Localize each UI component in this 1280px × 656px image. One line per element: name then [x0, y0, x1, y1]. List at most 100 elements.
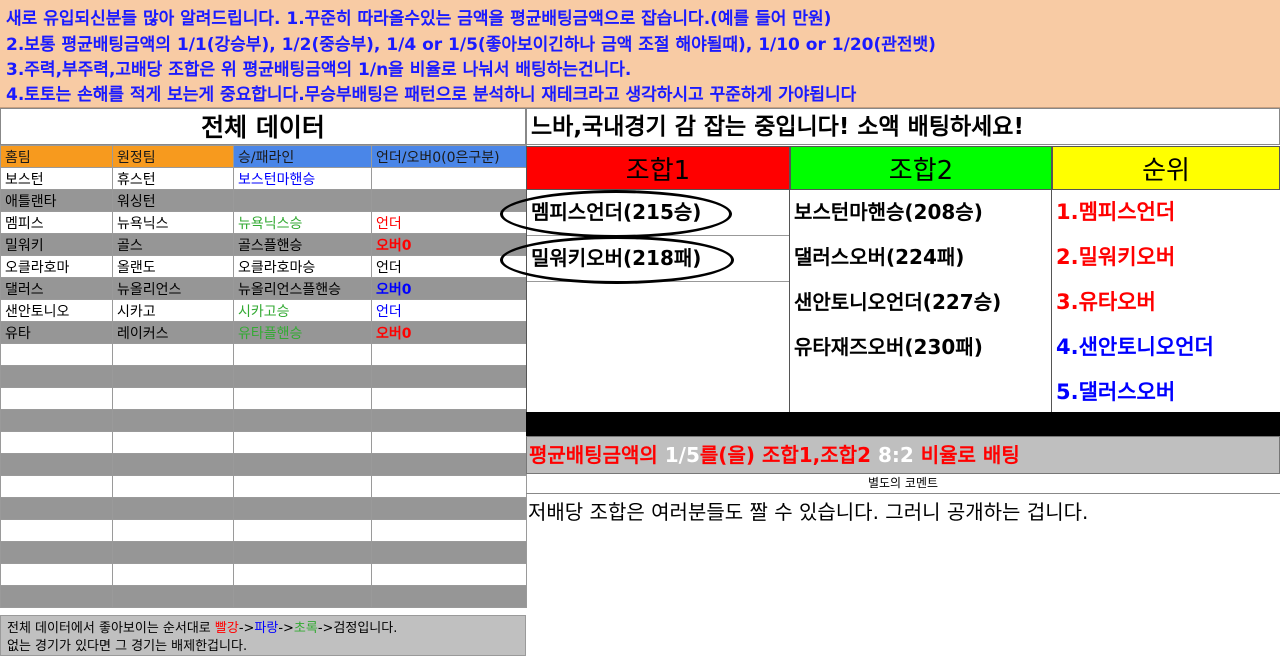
table-header-row: 홈팀 원정팀 승/패라인 언더/오버0(0은구분) — [0, 145, 527, 168]
table-row: 유타 레이커스 유타플핸승 오버0 — [0, 321, 527, 344]
cell-home: 애틀랜타 — [0, 189, 113, 212]
cell-home: 밀워키 — [0, 233, 113, 256]
cell-ou: 언더 — [371, 299, 527, 322]
comment-text: 저배당 조합은 여러분들도 짤 수 있습니다. 그러니 공개하는 겁니다. — [528, 500, 1089, 524]
cell-home: 보스턴 — [0, 167, 113, 190]
empty-row — [0, 497, 527, 520]
empty-row — [0, 475, 527, 498]
header-ou: 언더/오버0(0은구분) — [371, 145, 527, 168]
footer-text: 전체 데이터에서 좋아보이는 순서대로 — [7, 621, 215, 636]
combo1-list: 멤피스언더(215승) 밀워키오버(218패) — [526, 190, 790, 412]
cell-line: 오클라호마승 — [233, 255, 372, 278]
rank-item: 4.샌안토니오언더 — [1056, 335, 1214, 359]
cell-ou: 언더 — [371, 255, 527, 278]
cell-line: 골스플핸승 — [233, 233, 372, 256]
table-row: 밀워키 골스 골스플핸승 오버0 — [0, 233, 527, 256]
combo2-header: 조합2 — [790, 146, 1052, 190]
cell-home: 유타 — [0, 321, 113, 344]
empty-row — [0, 365, 527, 388]
all-data-footer-note: 전체 데이터에서 좋아보이는 순서대로 빨강->파랑->초록->검정입니다. 없… — [0, 615, 526, 656]
rank-header: 순위 — [1052, 146, 1280, 190]
cell-home: 샌안토니오 — [0, 299, 113, 322]
cell-line: 뉴욕닉스승 — [233, 211, 372, 234]
cell-away: 휴스턴 — [112, 167, 234, 190]
empty-row — [0, 585, 527, 608]
table-row: 댈러스 뉴올리언스 뉴올리언스플핸승 오버0 — [0, 277, 527, 300]
footer-line-2: 없는 경기가 있다면 그 경기는 배제한겁니다. — [7, 639, 248, 654]
header-home: 홈팀 — [0, 145, 113, 168]
cell-away: 뉴욕닉스 — [112, 211, 234, 234]
footer-arrow: -> — [278, 621, 294, 636]
table-row: 멤피스 뉴욕닉스 뉴욕닉스승 언더 — [0, 211, 527, 234]
banner-line-2: 2.보통 평균배팅금액의 1/1(강승부), 1/2(중승부), 1/4 or … — [6, 35, 936, 55]
cell-away: 뉴올리언스 — [112, 277, 234, 300]
empty-row — [0, 343, 527, 366]
banner-line-3: 3.주력,부주력,고배당 조합은 위 평균배팅금액의 1/n을 비율로 나눠서 … — [6, 60, 632, 80]
combo1-header: 조합1 — [526, 146, 790, 190]
betting-text: 를(을) 조합1,조합2 — [699, 443, 878, 467]
empty-row — [0, 409, 527, 432]
empty-row — [0, 563, 527, 586]
table-row: 샌안토니오 시카고 시카고승 언더 — [0, 299, 527, 322]
banner-line-4: 4.토토는 손해를 적게 보는게 중요합니다.무승부배팅은 패턴으로 분석하니 … — [6, 85, 857, 105]
betting-text: 평균배팅금액의 — [529, 443, 665, 467]
betting-instruction: 평균배팅금액의 1/5를(을) 조합1,조합2 8:2 비율로 배팅 — [526, 436, 1280, 474]
picks-title: 느바,국내경기 감 잡는 중입니다! 소액 배팅하세요! — [526, 108, 1280, 145]
betting-ratio-1: 1/5 — [664, 443, 700, 467]
footer-green: 초록 — [293, 621, 318, 636]
footer-blue: 파랑 — [254, 621, 279, 636]
rank-item: 1.멤피스언더 — [1056, 200, 1176, 224]
rank-item: 3.유타오버 — [1056, 290, 1156, 314]
header-away: 원정팀 — [112, 145, 234, 168]
cell-home: 멤피스 — [0, 211, 113, 234]
cell-ou: 언더 — [371, 211, 527, 234]
cell-ou — [371, 189, 527, 212]
picks-panel: 느바,국내경기 감 잡는 중입니다! 소액 배팅하세요! 조합1 조합2 순위 … — [500, 108, 1280, 656]
empty-row — [0, 519, 527, 542]
table-row: 보스턴 휴스턴 보스턴마핸승 — [0, 167, 527, 190]
combo1-item: 밀워키오버(218패) — [527, 236, 789, 282]
cell-home: 댈러스 — [0, 277, 113, 300]
empty-row — [0, 453, 527, 476]
combo2-item: 샌안토니오언더(227승) — [794, 290, 1002, 314]
all-data-title: 전체 데이터 — [0, 108, 526, 145]
cell-line: 뉴올리언스플핸승 — [233, 277, 372, 300]
cell-away: 골스 — [112, 233, 234, 256]
combo2-list: 보스턴마핸승(208승) 댈러스오버(224패) 샌안토니오언더(227승) 유… — [790, 190, 1052, 412]
combo2-item: 유타재즈오버(230패) — [794, 335, 983, 359]
cell-away: 올랜도 — [112, 255, 234, 278]
combo2-item: 댈러스오버(224패) — [794, 245, 965, 269]
combo1-item: 멤피스언더(215승) — [527, 190, 789, 236]
cell-away: 워싱턴 — [112, 189, 234, 212]
cell-line: 시카고승 — [233, 299, 372, 322]
table-row: 애틀랜타 워싱턴 — [0, 189, 527, 212]
cell-ou: 오버0 — [371, 233, 527, 256]
all-data-panel: 전체 데이터 홈팀 원정팀 승/패라인 언더/오버0(0은구분) 보스턴 휴스턴… — [0, 108, 527, 656]
betting-ratio-2: 8:2 — [877, 443, 914, 467]
cell-away: 레이커스 — [112, 321, 234, 344]
footer-arrow: -> — [238, 621, 255, 636]
comment-label: 별도의 코멘트 — [526, 474, 1280, 494]
footer-line-1: 전체 데이터에서 좋아보이는 순서대로 빨강->파랑->초록->검정입니다. — [7, 620, 525, 638]
instructions-banner: 새로 유입되신분들 많아 알려드립니다. 1.꾸준히 따라올수있는 금액을 평균… — [0, 0, 1280, 108]
rank-list: 1.멤피스언더 2.밀워키오버 3.유타오버 4.샌안토니오언더 5.댈러스오버 — [1052, 190, 1280, 412]
cell-ou — [371, 167, 527, 190]
empty-row — [0, 431, 527, 454]
all-data-table: 홈팀 원정팀 승/패라인 언더/오버0(0은구분) 보스턴 휴스턴 보스턴마핸승… — [0, 145, 527, 608]
cell-away: 시카고 — [112, 299, 234, 322]
footer-text: ->검정입니다. — [317, 621, 398, 636]
cell-ou: 오버0 — [371, 277, 527, 300]
cell-ou: 오버0 — [371, 321, 527, 344]
cell-line — [233, 189, 372, 212]
cell-line: 유타플핸승 — [233, 321, 372, 344]
rank-item: 2.밀워키오버 — [1056, 245, 1176, 269]
combo2-item: 보스턴마핸승(208승) — [794, 200, 983, 224]
divider-bar — [526, 412, 1280, 436]
betting-text: 비율로 배팅 — [913, 443, 1020, 467]
footer-red: 빨강 — [214, 621, 239, 636]
empty-row — [0, 541, 527, 564]
cell-line: 보스턴마핸승 — [233, 167, 372, 190]
empty-row — [0, 387, 527, 410]
banner-line-1: 새로 유입되신분들 많아 알려드립니다. 1.꾸준히 따라올수있는 금액을 평균… — [6, 9, 832, 29]
header-line: 승/패라인 — [233, 145, 372, 168]
